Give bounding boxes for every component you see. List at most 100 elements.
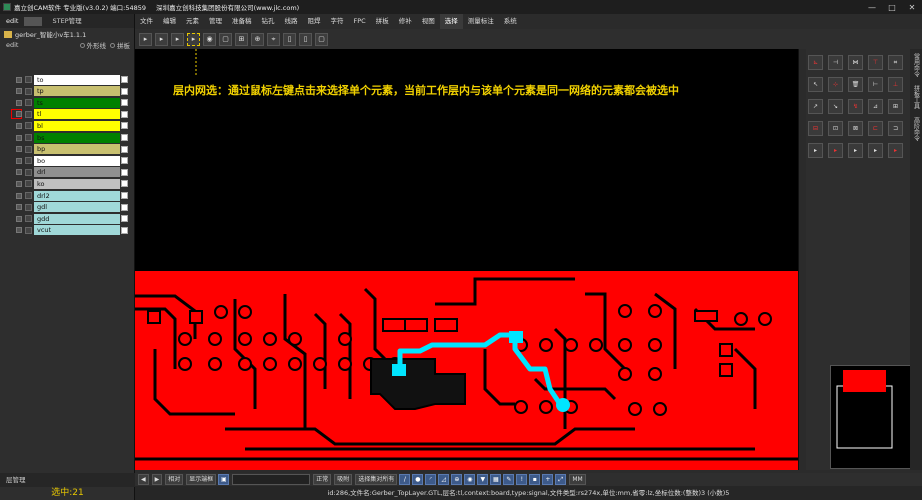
layer-checkbox[interactable] xyxy=(16,204,22,211)
layer-end-box[interactable] xyxy=(121,168,128,176)
layer-row[interactable]: to xyxy=(0,74,135,85)
command-button[interactable]: ⊹ xyxy=(828,77,843,92)
layer-visibility-icon[interactable] xyxy=(25,168,32,176)
angle-tool-icon[interactable]: ◿ xyxy=(438,474,450,485)
select-arrow-3-icon[interactable]: ▸ xyxy=(171,32,184,46)
layer-checkbox[interactable] xyxy=(16,180,22,187)
layer-visibility-icon[interactable] xyxy=(25,122,32,130)
command-button[interactable]: ⊐ xyxy=(888,121,903,136)
layer-end-box[interactable] xyxy=(121,76,128,83)
next-button[interactable]: ▶ xyxy=(151,474,163,485)
command-button[interactable]: ↗ xyxy=(808,99,823,114)
layer-visibility-icon[interactable] xyxy=(25,87,32,95)
select-box-icon[interactable]: ▢ xyxy=(219,32,232,46)
layer-visibility-icon[interactable] xyxy=(25,157,32,165)
frame-icon[interactable]: ▣ xyxy=(218,474,230,485)
minimap[interactable] xyxy=(830,365,915,469)
layer-checkbox[interactable] xyxy=(16,99,22,106)
menu-item[interactable]: FPC xyxy=(349,14,371,29)
layer-checkbox[interactable] xyxy=(16,157,22,164)
command-button[interactable]: ⊣ xyxy=(828,55,843,70)
layer-checkbox[interactable] xyxy=(16,111,22,118)
pcb-canvas[interactable]: 层内网选：通过鼠标左键点击来选择单个元素，当前工作层内与该单个元素是同一网络的元… xyxy=(135,49,798,470)
menu-item[interactable]: 线路 xyxy=(280,14,303,29)
command-button[interactable]: ▸ xyxy=(828,143,843,158)
select-all-button[interactable]: 选择集对所有 xyxy=(355,474,398,485)
grid-icon[interactable]: ▦ xyxy=(490,474,502,485)
coord-input[interactable] xyxy=(232,474,311,485)
command-button[interactable]: ⊢ xyxy=(868,77,883,92)
command-button[interactable]: ▸ xyxy=(888,143,903,158)
menu-item[interactable]: 编辑 xyxy=(158,14,181,29)
layer-row[interactable]: bs xyxy=(0,132,135,143)
command-button[interactable]: ▸ xyxy=(808,143,823,158)
command-button[interactable]: ⊟ xyxy=(808,121,823,136)
unit-select[interactable]: MM xyxy=(569,474,586,485)
select-arrow-icon[interactable]: ▸ xyxy=(139,32,152,46)
command-button[interactable]: ↘ xyxy=(828,99,843,114)
layer-end-box[interactable] xyxy=(121,134,128,141)
layer-row[interactable]: bo xyxy=(0,155,135,166)
tab-panel-tools[interactable]: 拼板工具 xyxy=(912,81,921,113)
menu-item[interactable]: 准备稿 xyxy=(227,14,257,29)
command-button[interactable]: ⊠ xyxy=(848,121,863,136)
circle-tool-icon[interactable]: ● xyxy=(412,474,424,485)
layer-row[interactable]: tp xyxy=(0,86,135,97)
menu-item[interactable]: 管理 xyxy=(204,14,227,29)
mode-select[interactable]: 相对 xyxy=(165,474,184,485)
layer-visibility-icon[interactable] xyxy=(25,110,32,118)
layer-manager-tab[interactable]: 层管理 xyxy=(0,473,135,487)
command-button[interactable]: ⊿ xyxy=(868,99,883,114)
menu-item[interactable]: 选择 xyxy=(439,14,463,29)
layer-end-box[interactable] xyxy=(121,203,128,211)
select-grid-icon[interactable]: ⊞ xyxy=(235,32,248,46)
tab-advanced-commands[interactable]: 高阶命令 xyxy=(912,113,921,145)
layer-checkbox[interactable] xyxy=(16,192,22,199)
menu-item[interactable]: 视图 xyxy=(417,14,440,29)
layer-checkbox[interactable] xyxy=(16,122,22,129)
show-frame-button[interactable]: 显示端框 xyxy=(186,474,217,485)
layer-visibility-icon[interactable] xyxy=(25,192,32,199)
layer-checkbox[interactable] xyxy=(16,146,22,153)
menu-item[interactable]: 修补 xyxy=(394,14,417,29)
layer-checkbox[interactable] xyxy=(16,169,22,176)
minimize-icon[interactable]: — xyxy=(862,3,882,12)
layer-end-box[interactable] xyxy=(121,87,128,95)
project-name[interactable]: gerber_智能小v车1.1.1 xyxy=(15,29,86,39)
maximize-icon[interactable]: □ xyxy=(882,3,902,12)
edit-icon[interactable]: ✎ xyxy=(503,474,515,485)
layer-end-box[interactable] xyxy=(121,215,128,223)
layer-row[interactable]: bp xyxy=(0,144,135,155)
radio-outline[interactable]: 外形线 xyxy=(79,40,106,50)
layer-checkbox[interactable] xyxy=(16,215,22,222)
select-step-icon[interactable]: ▯ xyxy=(283,32,296,46)
menu-item[interactable]: 阻焊 xyxy=(303,14,326,29)
menu-item[interactable]: 字符 xyxy=(326,14,349,29)
step-name[interactable]: edit xyxy=(6,41,18,49)
menu-item[interactable]: 测量标注 xyxy=(463,14,499,29)
menu-item[interactable]: 系统 xyxy=(499,14,522,29)
command-button[interactable]: ⊾ xyxy=(808,55,823,70)
measure-tool-icon[interactable]: ⊕ xyxy=(451,474,463,485)
layer-visibility-icon[interactable] xyxy=(25,99,32,107)
layer-checkbox[interactable] xyxy=(16,134,22,141)
command-button[interactable]: ⊡ xyxy=(828,121,843,136)
layer-end-box[interactable] xyxy=(121,226,128,234)
pin-icon[interactable]: ! xyxy=(516,474,528,485)
menu-item[interactable]: 拼板 xyxy=(371,14,394,29)
command-button[interactable]: ⊞ xyxy=(888,99,903,114)
layer-end-box[interactable] xyxy=(121,192,128,199)
radio-panel[interactable]: 拼板 xyxy=(110,40,130,50)
layer-end-box[interactable] xyxy=(121,110,128,118)
select-step-2-icon[interactable]: ▯ xyxy=(299,32,312,46)
select-net-in-layer-icon[interactable]: ▸ xyxy=(187,32,200,46)
command-button[interactable]: ⊥ xyxy=(888,77,903,92)
tab-edit[interactable]: edit xyxy=(0,14,24,28)
style-select[interactable]: 正常 xyxy=(313,474,332,485)
menu-item[interactable]: 元素 xyxy=(181,14,204,29)
select-connect-icon[interactable]: ⊕ xyxy=(251,32,264,46)
layer-visibility-icon[interactable] xyxy=(25,180,32,188)
layer-checkbox[interactable] xyxy=(16,76,22,83)
layer-row[interactable]: ts xyxy=(0,97,135,108)
prev-button[interactable]: ◀ xyxy=(138,474,149,485)
